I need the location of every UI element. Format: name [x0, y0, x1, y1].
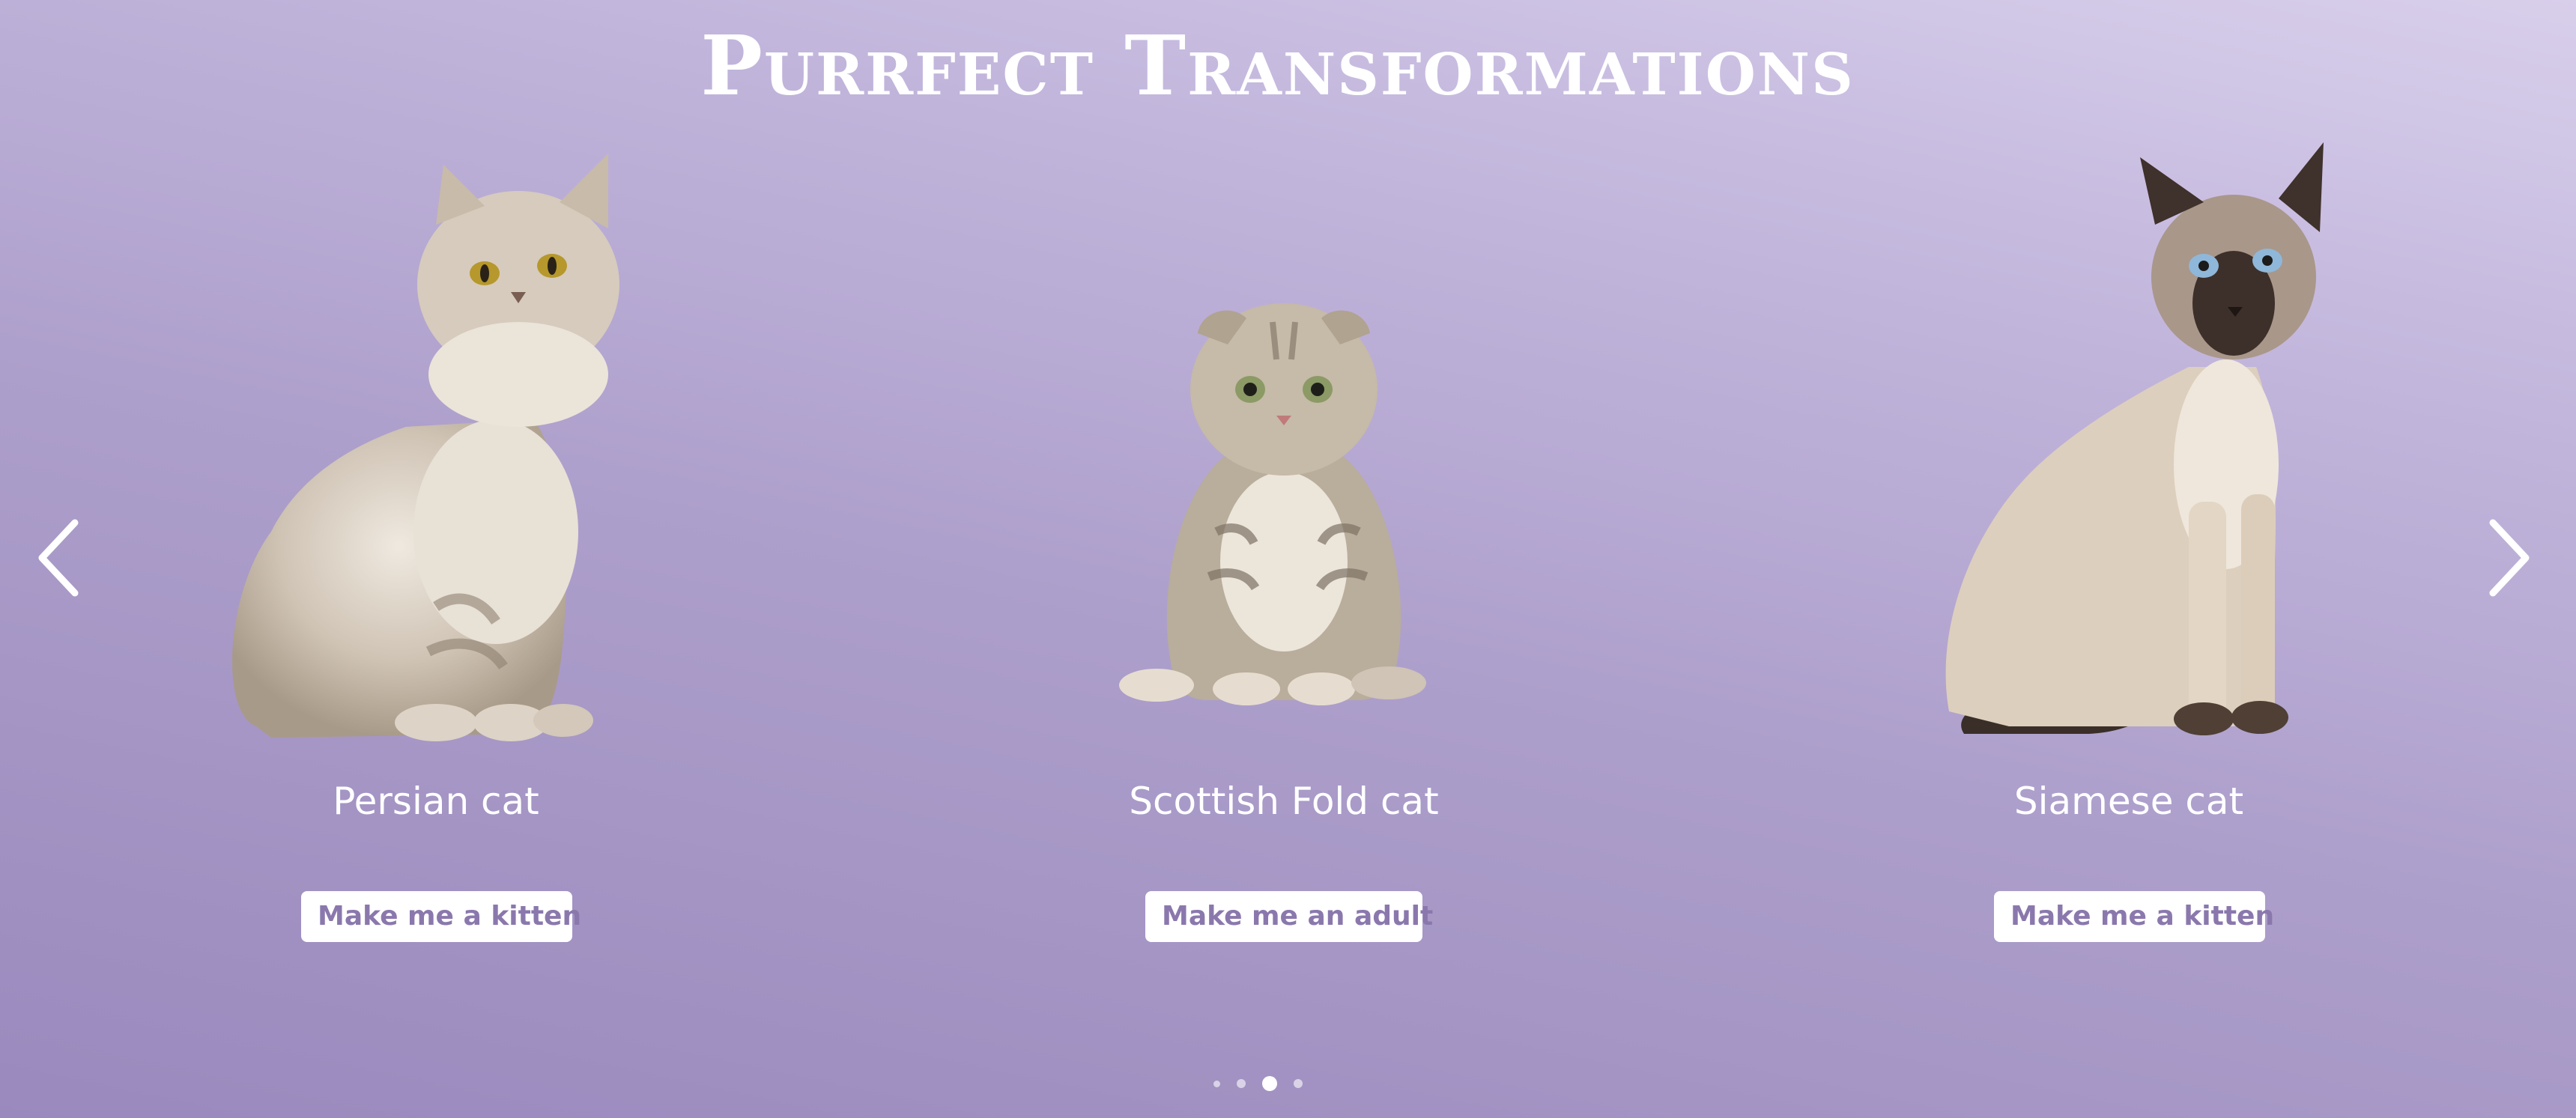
make-kitten-button[interactable]: Make me a kitten: [301, 891, 581, 942]
cat-name: Persian cat: [333, 780, 539, 823]
chevron-left-icon: [38, 519, 79, 597]
cat-card-persian: Persian cat Make me a kitten: [174, 142, 698, 966]
cat-card-siamese: Siamese cat Make me a kitten: [1867, 142, 2391, 966]
carousel-prev-button[interactable]: [28, 517, 96, 599]
make-adult-button[interactable]: Make me an adult: [1145, 891, 1433, 942]
make-kitten-button[interactable]: Make me a kitten: [1994, 891, 2274, 942]
carousel-dot-4[interactable]: [1294, 1079, 1303, 1088]
carousel-next-button[interactable]: [2472, 517, 2539, 599]
carousel-dot-3-active[interactable]: [1262, 1076, 1277, 1091]
carousel-pagination: [1213, 1072, 1326, 1095]
siamese-cat-image: [1904, 142, 2354, 756]
cat-name: Siamese cat: [2013, 780, 2244, 823]
page-title: Purrfect Transformations: [700, 17, 1855, 114]
cat-card-scottish-fold: Scottish Fold cat Make me an adult: [1022, 142, 1546, 966]
carousel-dot-1[interactable]: [1213, 1080, 1220, 1087]
cat-name: Scottish Fold cat: [1129, 780, 1439, 823]
carousel-dot-2[interactable]: [1237, 1079, 1246, 1088]
chevron-right-icon: [2489, 519, 2530, 597]
persian-cat-image: [211, 142, 661, 756]
scottish-fold-kitten-image: [1059, 142, 1509, 756]
